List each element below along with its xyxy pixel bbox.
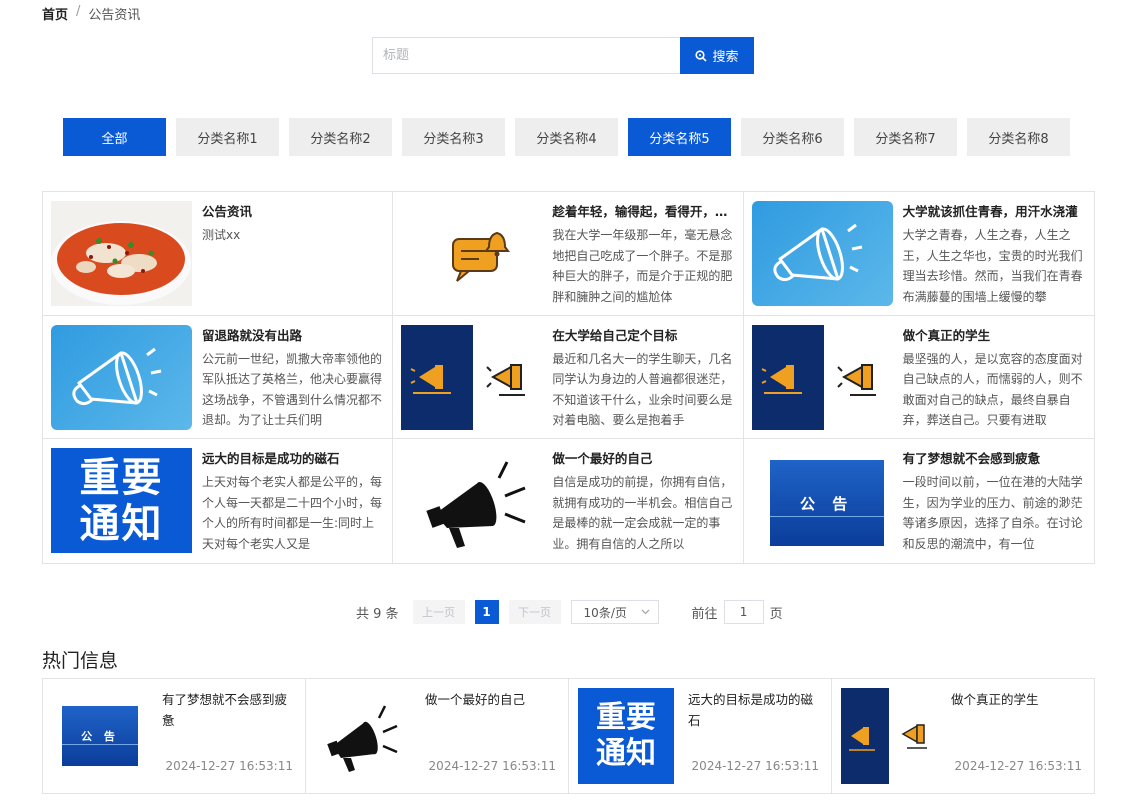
tab-category-3[interactable]: 分类名称3 (402, 118, 505, 156)
pagination: 共 9 条 上一页 1 下一页 10条/页 前往 页 (356, 600, 783, 624)
black-megaphone-thumbnail (315, 688, 411, 784)
article-card[interactable]: 公 告 有了梦想就不会感到疲惫 一段时间以前，一位在港的大陆学生，因为学业的压力… (744, 439, 1094, 563)
page-number-current[interactable]: 1 (474, 600, 499, 624)
important-notice-thumbnail: 重要通知 (51, 448, 192, 554)
page-size-select[interactable]: 10条/页 (570, 600, 659, 624)
article-card[interactable]: 趁着年轻，输得起，看得开，爱得起，放得下 我在大学一年级那一年，毫无悬念地把自己… (393, 192, 744, 316)
hot-item[interactable]: 重要通知 远大的目标是成功的磁石 2024-12-27 16:53:11 (569, 679, 832, 793)
hot-item-time: 2024-12-27 16:53:11 (954, 759, 1082, 773)
article-card[interactable]: 大学就该抓住青春，用汗水浇灌 大学之青春，人生之春，人生之王，人生之华也，宝贵的… (743, 192, 1094, 316)
article-card[interactable]: 在大学给自己定个目标 最近和几名大一的学生聊天，几名同学认为身边的人普遍都很迷茫… (393, 315, 744, 440)
search-icon (695, 49, 708, 62)
tab-category-4[interactable]: 分类名称4 (515, 118, 618, 156)
hot-item[interactable]: 公 告 有了梦想就不会感到疲惫 2024-12-27 16:53:11 (43, 679, 306, 793)
chat-bell-icon (401, 201, 542, 306)
notice-banner-thumbnail: 公 告 (52, 688, 148, 784)
notice-banner-thumbnail: 公 告 (752, 448, 893, 553)
search-bar: 搜索 (372, 37, 754, 74)
article-card[interactable]: 重要通知 远大的目标是成功的磁石 上天对每个老实人都是公平的，每个人每一天都是二… (43, 439, 394, 563)
article-card[interactable]: 做一个最好的自己 自信是成功的前提，你拥有自信，就拥有成功的一半机会。相信自己是… (393, 439, 744, 563)
megaphone-outline-thumbnail (51, 324, 192, 430)
page-jump-label: 前往 (691, 606, 718, 622)
hot-item-time: 2024-12-27 16:53:11 (691, 759, 819, 773)
hot-section-title: 热门信息 (42, 650, 119, 672)
tab-category-2[interactable]: 分类名称2 (289, 118, 392, 156)
notice-banner-text: 公 告 (81, 730, 119, 743)
article-title[interactable]: 有了梦想就不会感到疲惫 (903, 448, 1086, 466)
search-button[interactable]: 搜索 (680, 37, 754, 74)
article-title[interactable]: 大学就该抓住青春，用汗水浇灌 (903, 201, 1086, 219)
hot-item-title[interactable]: 有了梦想就不会感到疲惫 (162, 689, 293, 731)
article-summary: 最近和几名大一的学生聊天，几名同学认为身边的人普遍都很迷茫，不知道该干什么，业余… (552, 351, 733, 428)
page-jump-suffix: 页 (769, 606, 783, 622)
navy-megaphone-thumbnail (841, 688, 937, 784)
hot-item-time: 2024-12-27 16:53:11 (165, 759, 293, 773)
hot-item-title[interactable]: 做一个最好的自己 (425, 689, 556, 710)
megaphone-outline-thumbnail (751, 201, 893, 306)
page-jump: 前往 页 (692, 600, 783, 624)
article-title[interactable]: 趁着年轻，输得起，看得开，爱得起，放得下 (552, 201, 734, 219)
article-summary: 上天对每个老实人都是公平的，每个人每一天都是二十四个小时，每个人的所有时间都是一… (202, 475, 383, 551)
article-title[interactable]: 留退路就没有出路 (202, 325, 384, 343)
chevron-down-icon (641, 609, 650, 615)
hot-item[interactable]: 做一个最好的自己 2024-12-27 16:53:11 (306, 679, 569, 793)
hot-list: 公 告 有了梦想就不会感到疲惫 2024-12-27 16:53:11 做一个最… (42, 678, 1095, 794)
important-notice-text: 重要通知 (79, 454, 164, 547)
hot-item-time: 2024-12-27 16:53:11 (428, 759, 556, 773)
article-summary: 自信是成功的前提，你拥有自信，就拥有成功的一半机会。相信自己是最棒的就一定会成就… (552, 475, 733, 551)
tab-category-7[interactable]: 分类名称7 (854, 118, 957, 156)
article-summary: 我在大学一年级那一年，毫无悬念地把自己吃成了一个胖子。不是那种巨大的胖子，而是介… (552, 228, 733, 304)
article-title[interactable]: 公告资讯 (202, 201, 384, 219)
article-summary: 最坚强的人，是以宽容的态度面对自己缺点的人，而懦弱的人，则不敢面对自己的缺点，最… (902, 351, 1083, 428)
search-button-label: 搜索 (712, 50, 739, 65)
navy-megaphone-thumbnail (751, 324, 893, 430)
article-card[interactable]: 公告资讯 测试xx (43, 192, 394, 316)
hot-item[interactable]: 做个真正的学生 2024-12-27 16:53:11 (832, 679, 1094, 793)
search-input[interactable] (372, 37, 680, 74)
article-title[interactable]: 做个真正的学生 (903, 325, 1086, 343)
notice-banner-text: 公 告 (800, 494, 854, 513)
breadcrumb-current: 公告资讯 (88, 8, 141, 23)
tab-category-1[interactable]: 分类名称1 (176, 118, 279, 156)
tab-category-8[interactable]: 分类名称8 (967, 118, 1070, 156)
prev-page-button[interactable]: 上一页 (412, 600, 465, 624)
tab-category-5[interactable]: 分类名称5 (628, 118, 731, 156)
article-summary: 一段时间以前，一位在港的大陆学生，因为学业的压力、前途的渺茫等诸多原因，选择了自… (902, 475, 1083, 551)
article-grid: 公告资讯 测试xx 趁着年轻，输得起，看得开，爱得起，放得下 我在大学一年级那一… (42, 191, 1095, 564)
page-size-value: 10条/页 (583, 605, 627, 620)
article-summary: 测试xx (202, 228, 241, 242)
black-megaphone-thumbnail (401, 448, 542, 553)
next-page-button[interactable]: 下一页 (508, 600, 561, 624)
article-card[interactable]: 做个真正的学生 最坚强的人，是以宽容的态度面对自己缺点的人，而懦弱的人，则不敢面… (743, 316, 1094, 440)
article-card[interactable]: 留退路就没有出路 公元前一世纪，凯撒大帝率领他的军队抵达了英格兰，他决心要赢得这… (43, 315, 394, 440)
article-title[interactable]: 在大学给自己定个目标 (552, 325, 734, 343)
page-jump-input[interactable] (723, 600, 764, 624)
pagination-total: 共 9 条 (356, 606, 399, 622)
breadcrumb: 首页 / 公告资讯 (42, 4, 140, 23)
category-tabs: 全部 分类名称1 分类名称2 分类名称3 分类名称4 分类名称5 分类名称6 分… (63, 118, 1070, 156)
important-notice-thumbnail: 重要通知 (578, 688, 674, 784)
hot-item-title[interactable]: 做个真正的学生 (951, 689, 1082, 710)
article-title[interactable]: 远大的目标是成功的磁石 (202, 448, 384, 466)
article-summary: 大学之青春，人生之春，人生之王，人生之华也，宝贵的时光我们理当去珍惜。然而，当我… (902, 228, 1083, 304)
tab-category-6[interactable]: 分类名称6 (741, 118, 844, 156)
hot-item-title[interactable]: 远大的目标是成功的磁石 (688, 689, 819, 731)
navy-megaphone-thumbnail (401, 324, 542, 430)
article-title[interactable]: 做一个最好的自己 (552, 448, 734, 466)
important-notice-text: 重要通知 (596, 700, 656, 771)
breadcrumb-home-link[interactable]: 首页 (42, 4, 68, 23)
food-photo-thumbnail (51, 201, 192, 306)
article-summary: 公元前一世纪，凯撒大帝率领他的军队抵达了英格兰，他决心要赢得这场战争，不管遇到什… (202, 351, 383, 428)
tab-all[interactable]: 全部 (63, 118, 166, 156)
breadcrumb-separator: / (76, 4, 81, 19)
